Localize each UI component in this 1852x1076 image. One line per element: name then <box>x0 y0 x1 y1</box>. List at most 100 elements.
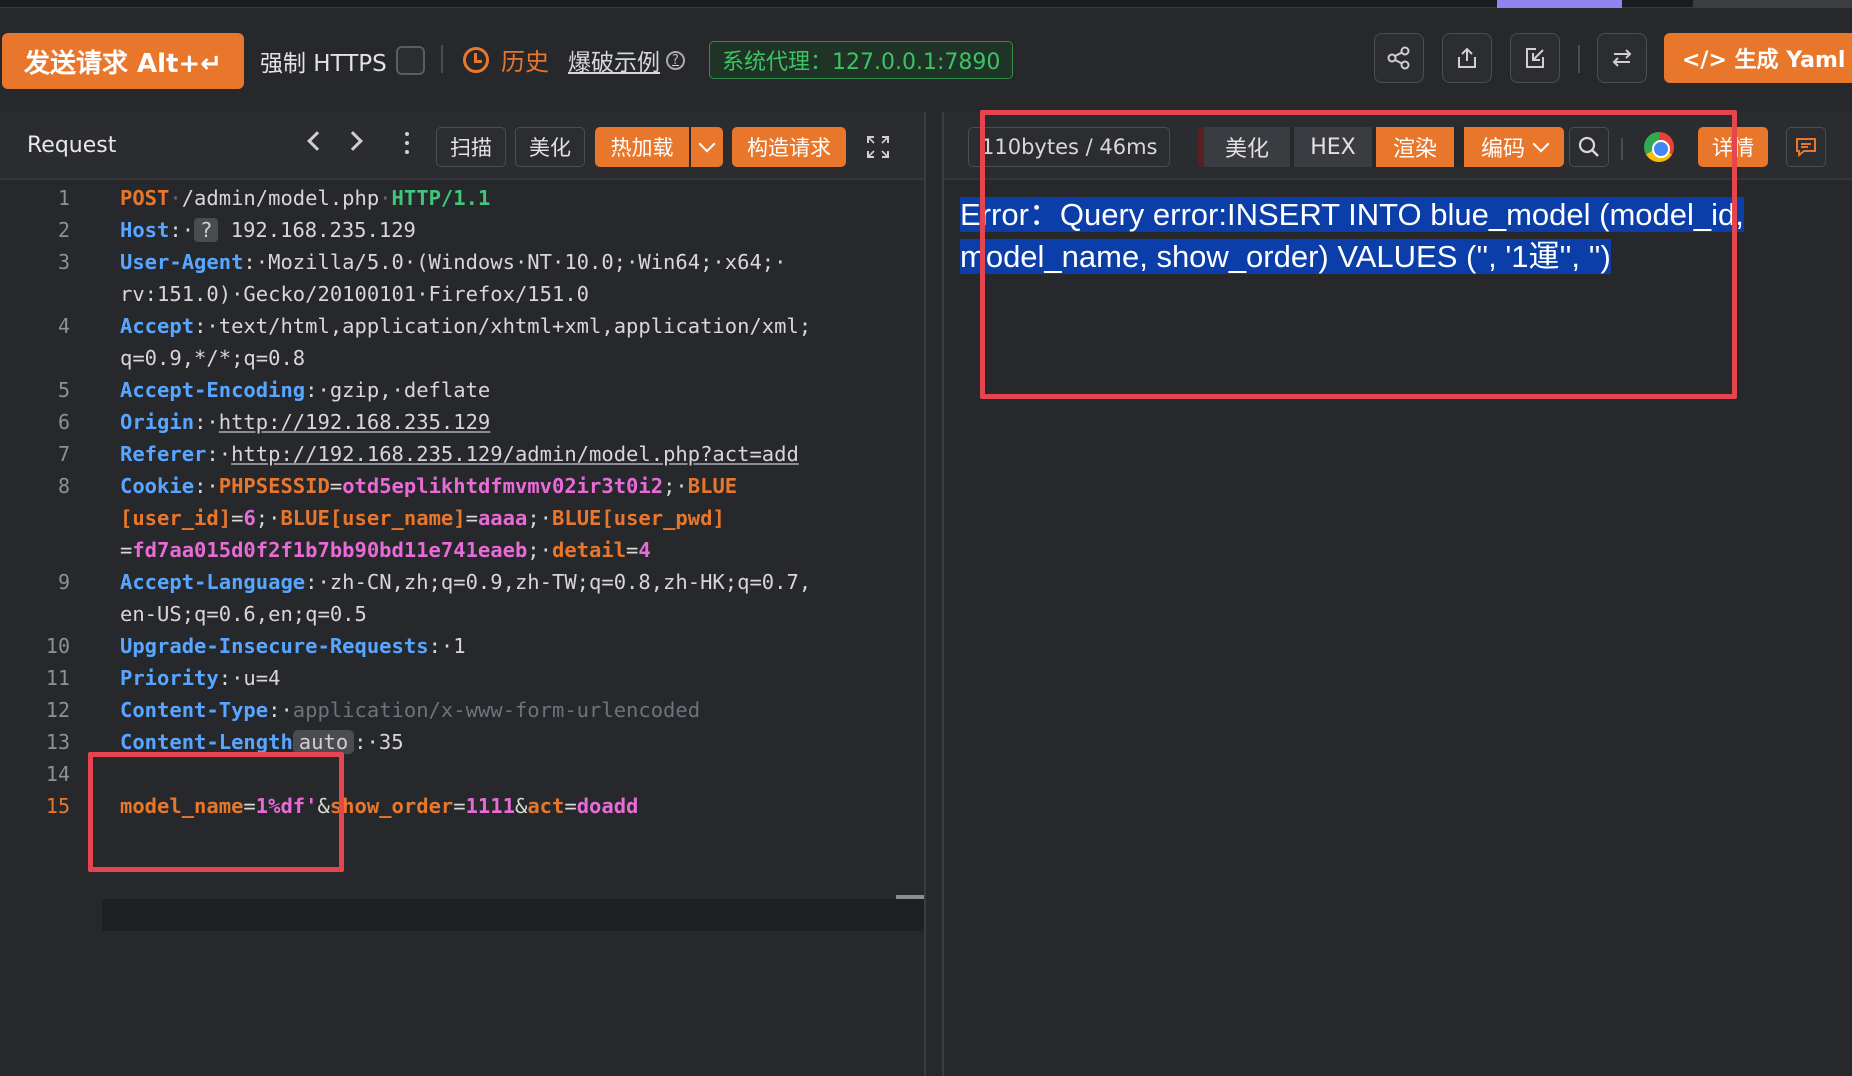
line-content: rv:151.0)·Gecko/20100101·Firefox/151.0 <box>120 282 589 306</box>
line-content: POST·/admin/model.php·HTTP/1.1 <box>120 186 490 210</box>
hot-load-button[interactable]: 热加载 <box>595 127 689 167</box>
tab-beautify[interactable]: 美化 <box>1204 127 1290 167</box>
chevron-left-icon[interactable] <box>307 131 327 151</box>
code-token: = <box>626 538 639 562</box>
code-token: show_order <box>329 794 454 818</box>
code-token: = <box>243 794 256 818</box>
code-line[interactable]: en-US;q=0.6,en;q=0.5 <box>0 598 926 630</box>
tab-hex[interactable]: HEX <box>1294 127 1372 167</box>
code-token: :·zh-CN,zh;q=0.9,zh-TW;q=0.8,zh-HK;q=0.7… <box>305 570 812 594</box>
build-request-button[interactable]: 构造请求 <box>732 127 846 167</box>
code-line[interactable]: 8 Cookie:·PHPSESSID=otd5eplikhtdfmvmv02ir… <box>0 470 926 502</box>
code-line[interactable]: 12 Content-Type:·application/x-www-form-u… <box>0 694 926 726</box>
code-line[interactable]: 7 Referer:·http://192.168.235.129/admin/m… <box>0 438 926 470</box>
line-number: 15 <box>45 794 70 818</box>
code-line[interactable]: 3 User-Agent:·Mozilla/5.0·(Windows·NT·10.… <box>0 246 926 278</box>
response-render-body[interactable]: Error：Query error:INSERT INTO blue_model… <box>960 194 1840 278</box>
code-line[interactable]: [user_id]=6;·BLUE[user_name]=aaaa;·BLUE[… <box>0 502 926 534</box>
code-line[interactable]: 9 Accept-Language:·zh-CN,zh;q=0.9,zh-TW;q… <box>0 566 926 598</box>
response-panel: 110bytes / 46ms 美化 HEX 渲染 编码 详情 Error：Qu… <box>942 112 1852 1076</box>
line-number: 2 <box>57 218 70 242</box>
code-line[interactable]: rv:151.0)·Gecko/20100101·Firefox/151.0 <box>0 278 926 310</box>
detail-button[interactable]: 详情 <box>1698 127 1768 167</box>
code-token: :· <box>206 442 232 466</box>
tab-render[interactable]: 渲染 <box>1376 127 1454 167</box>
code-token: :· <box>268 698 293 722</box>
code-token: :·gzip,·deflate <box>305 378 491 402</box>
code-token: ;· <box>663 474 688 498</box>
code-token: 192.168.235.129 <box>218 218 416 242</box>
swap-button[interactable] <box>1597 33 1647 83</box>
code-token: & <box>514 794 528 818</box>
line-number: 4 <box>57 314 70 338</box>
hot-load-dropdown[interactable] <box>691 127 723 167</box>
code-token: Content-Length <box>120 730 293 754</box>
line-number: 12 <box>45 698 70 722</box>
code-token: 1111 <box>465 794 515 818</box>
line-content: Referer:·http://192.168.235.129/admin/mo… <box>120 442 799 466</box>
line-content: Origin:·http://192.168.235.129 <box>120 410 490 434</box>
comment-icon <box>1796 138 1816 158</box>
beautify-button[interactable]: 美化 <box>515 127 585 167</box>
chevron-down-icon <box>698 135 716 153</box>
line-content: en-US;q=0.6,en;q=0.5 <box>120 602 367 626</box>
code-token: Accept <box>120 314 195 338</box>
scrollbar-thumb[interactable] <box>896 895 924 899</box>
code-token: = <box>465 506 478 530</box>
code-token: Content-Type <box>120 698 269 722</box>
code-token: ;· <box>527 538 552 562</box>
comment-button[interactable] <box>1786 127 1826 167</box>
code-line[interactable]: 14 <box>0 758 926 790</box>
chrome-icon[interactable] <box>1644 132 1674 162</box>
line-number: 10 <box>45 634 70 658</box>
code-token: ;· <box>527 506 553 530</box>
code-line[interactable]: 4 Accept:·text/html,application/xhtml+xml… <box>0 310 926 342</box>
burst-example-label: 爆破示例 <box>568 50 660 76</box>
code-token: BLUE[user_pwd] <box>552 506 725 530</box>
response-size-badge: 110bytes / 46ms <box>968 127 1171 167</box>
chevron-right-icon[interactable] <box>343 131 363 151</box>
code-token: & <box>317 794 330 818</box>
line-number: 7 <box>57 442 70 466</box>
burst-example-link[interactable]: 爆破示例 ? <box>568 43 685 77</box>
code-line[interactable]: 15 model_name=1%df'&show_order=1111&act=d… <box>0 790 926 822</box>
fullscreen-icon[interactable] <box>866 135 890 159</box>
code-token: 4 <box>638 538 651 562</box>
code-line[interactable]: 6 Origin:·http://192.168.235.129 <box>0 406 926 438</box>
help-icon[interactable]: ? <box>666 50 685 70</box>
force-https-checkbox[interactable] <box>396 46 425 75</box>
code-line[interactable]: 11 Priority:·u=4 <box>0 662 926 694</box>
code-token: doadd <box>576 794 639 818</box>
code-token: :·text/html,application/xhtml+xml,applic… <box>194 314 812 338</box>
export-button[interactable] <box>1442 33 1492 83</box>
response-view-tabs: 美化 HEX 渲染 编码 <box>1198 127 1564 167</box>
code-token: application/x-www-form-urlencoded <box>292 698 701 722</box>
code-line[interactable]: =fd7aa015d0f2f1b7bb90bd11e741eaeb;·detai… <box>0 534 926 566</box>
code-token: = <box>453 794 466 818</box>
code-line[interactable]: 10 Upgrade-Insecure-Requests:·1 <box>0 630 926 662</box>
system-proxy-badge[interactable]: 系统代理：127.0.0.1:7890 <box>709 41 1014 79</box>
history-button[interactable]: 历史 <box>463 42 549 77</box>
tab-indicator[interactable] <box>1693 0 1852 8</box>
more-options-icon[interactable] <box>404 132 410 158</box>
response-text-line: model_name, show_order) VALUES ('', '1運'… <box>960 239 1611 274</box>
code-line[interactable]: 5 Accept-Encoding:·gzip,·deflate <box>0 374 926 406</box>
active-tab-indicator[interactable] <box>1497 0 1622 8</box>
search-button[interactable] <box>1569 127 1609 167</box>
code-line[interactable]: q=0.9,*/*;q=0.8 <box>0 342 926 374</box>
code-token: ? <box>194 218 219 242</box>
code-token: [user_id] <box>120 506 232 530</box>
import-button[interactable] <box>1510 33 1560 83</box>
code-line[interactable]: 13 Content-Length auto:·35 <box>0 726 926 758</box>
code-line[interactable]: 1 POST·/admin/model.php·HTTP/1.1 <box>0 182 926 214</box>
line-content: Upgrade-Insecure-Requests:·1 <box>120 634 466 658</box>
share-button[interactable] <box>1374 33 1424 83</box>
code-token: model_name <box>120 794 244 818</box>
response-text-line: Error：Query error:INSERT INTO blue_model… <box>960 197 1744 232</box>
generate-yaml-button[interactable]: </> 生成 Yaml 模 <box>1664 33 1852 83</box>
line-content: Priority:·u=4 <box>120 666 280 690</box>
code-line[interactable]: 2 Host:·? 192.168.235.129 <box>0 214 926 246</box>
encode-dropdown[interactable]: 编码 <box>1464 127 1564 167</box>
send-request-button[interactable]: 发送请求 Alt+↵ <box>2 33 244 89</box>
scan-button[interactable]: 扫描 <box>436 127 506 167</box>
